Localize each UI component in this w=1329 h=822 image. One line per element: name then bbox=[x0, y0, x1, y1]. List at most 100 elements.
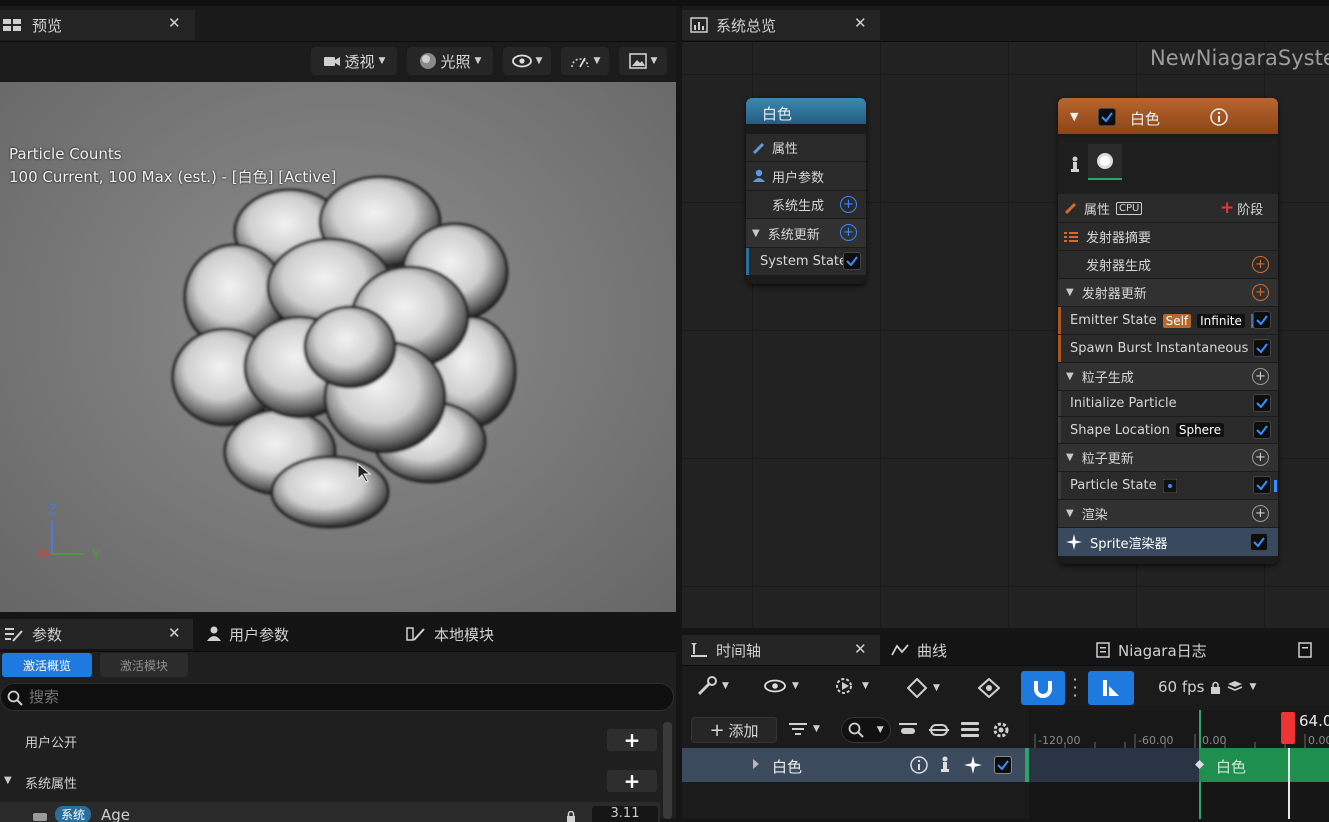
add-renderer-icon[interactable]: + bbox=[1252, 505, 1269, 522]
system-overview-graph[interactable]: NewNiagaraSyste 白色 属性 用户参数 系统生成 + ▼ 系统更新… bbox=[682, 42, 1329, 628]
emitter-state-row[interactable]: Emitter State Self Infinite bbox=[1058, 307, 1278, 334]
track-lane[interactable]: 白色 bbox=[1029, 748, 1329, 782]
tab-timeline[interactable]: 时间轴 bbox=[682, 635, 880, 665]
perspective-dropdown[interactable]: 透视 ▼ bbox=[311, 47, 397, 75]
params-scrollbar[interactable] bbox=[663, 722, 672, 819]
timeline-settings-button[interactable] bbox=[991, 720, 1011, 740]
add-track-button[interactable]: + 添加 bbox=[691, 717, 777, 743]
sprite-renderer-row[interactable]: Sprite渲染器 bbox=[1058, 528, 1278, 556]
info-icon[interactable] bbox=[910, 756, 928, 774]
particle-state-checkbox[interactable] bbox=[1253, 476, 1271, 494]
add-system-spawn-icon[interactable]: + bbox=[840, 196, 857, 213]
collapse-triangle-icon[interactable]: ▼ bbox=[1066, 452, 1074, 463]
tab-parameters[interactable]: 参数 bbox=[0, 619, 193, 649]
align-top-button[interactable] bbox=[899, 722, 917, 738]
collapse-triangle-icon[interactable]: ▼ bbox=[1066, 508, 1074, 519]
add-emitter-spawn-icon[interactable]: + bbox=[1252, 256, 1269, 273]
tab-local-modules[interactable]: 本地模块 bbox=[406, 619, 494, 649]
sprite-renderer-checkbox[interactable] bbox=[1250, 533, 1268, 551]
close-timeline-icon[interactable]: ✕ bbox=[854, 640, 867, 658]
emitter-node-header[interactable]: ▼ 白色 bbox=[1058, 98, 1278, 136]
snap-options-button[interactable]: · · · bbox=[1070, 672, 1080, 704]
system-update-row[interactable]: ▼ 系统更新 + bbox=[746, 219, 866, 247]
timeline-tools-button[interactable]: ▼ bbox=[696, 676, 729, 696]
add-stage-button[interactable]: + 阶段 bbox=[1220, 198, 1263, 218]
close-preview-icon[interactable]: ✕ bbox=[168, 14, 181, 32]
tab-curves[interactable]: 曲线 bbox=[891, 635, 947, 665]
collapse-triangle-icon[interactable]: ▼ bbox=[1066, 287, 1074, 298]
emitter-enable-checkbox[interactable] bbox=[1098, 108, 1116, 126]
track-row[interactable]: 白色 bbox=[682, 748, 1025, 782]
tab-user-params[interactable]: 用户参数 bbox=[207, 619, 289, 649]
tab-system-overview[interactable]: 系统总览 bbox=[682, 10, 880, 40]
shape-location-row[interactable]: Shape Location Sphere bbox=[1058, 417, 1278, 443]
user-exposed-row[interactable]: 用户公开 + bbox=[0, 724, 660, 756]
particle-update-row[interactable]: ▼ 粒子更新 + bbox=[1058, 444, 1278, 471]
add-user-exposed-button[interactable]: + bbox=[607, 729, 657, 751]
info-icon[interactable] bbox=[1210, 108, 1228, 126]
lighting-dropdown[interactable]: 光照 ▼ bbox=[407, 47, 493, 75]
add-particle-spawn-icon[interactable]: + bbox=[1252, 368, 1269, 385]
system-node-header[interactable]: 白色 bbox=[746, 98, 866, 126]
key-add-button[interactable] bbox=[978, 678, 1000, 698]
snap-toggle[interactable] bbox=[1021, 671, 1065, 705]
collapse-triangle-icon[interactable]: ▼ bbox=[752, 228, 760, 239]
system-properties-row[interactable]: 属性 bbox=[746, 134, 866, 161]
age-param-value[interactable]: 3.11 bbox=[592, 806, 658, 822]
search-input[interactable] bbox=[29, 687, 629, 707]
emitter-node[interactable]: ▼ 白色 属性 CPU + 阶段 发射器摘要 发射器生成 + ▼ 发射器更新 +… bbox=[1058, 98, 1278, 564]
close-params-icon[interactable]: ✕ bbox=[168, 624, 181, 642]
track-search-button[interactable]: ▼ bbox=[841, 717, 891, 743]
system-state-checkbox[interactable] bbox=[843, 252, 861, 270]
emitter-thumbnail[interactable] bbox=[1088, 144, 1122, 180]
align-center-button[interactable] bbox=[929, 722, 949, 738]
spawn-burst-row[interactable]: Spawn Burst Instantaneous bbox=[1058, 335, 1278, 362]
performance-dropdown[interactable]: ▼ bbox=[561, 47, 609, 75]
search-box[interactable] bbox=[0, 683, 674, 711]
screenshot-dropdown[interactable]: ▼ bbox=[619, 47, 667, 75]
system-state-row[interactable]: System State bbox=[746, 248, 866, 275]
system-spawn-row[interactable]: 系统生成 + bbox=[746, 191, 866, 218]
add-system-attribute-button[interactable]: + bbox=[607, 770, 657, 792]
timeline-view-button[interactable]: ▼ bbox=[764, 679, 799, 693]
emitter-summary-row[interactable]: 发射器摘要 bbox=[1058, 223, 1278, 250]
add-emitter-update-icon[interactable]: + bbox=[1252, 284, 1269, 301]
system-attributes-row[interactable]: ▼ 系统属性 + bbox=[0, 765, 660, 797]
close-overview-icon[interactable]: ✕ bbox=[854, 14, 867, 32]
add-system-update-icon[interactable]: + bbox=[840, 224, 857, 241]
playhead-snap-toggle[interactable] bbox=[1088, 671, 1134, 705]
preview-viewport[interactable]: Particle Counts 100 Current, 100 Max (es… bbox=[0, 82, 676, 612]
spawn-burst-checkbox[interactable] bbox=[1253, 339, 1271, 357]
emitter-update-row[interactable]: ▼ 发射器更新 + bbox=[1058, 279, 1278, 306]
time-ruler[interactable]: -120.00 -60.00 0.00 0.00 64.0 bbox=[1029, 710, 1329, 748]
emitter-state-checkbox[interactable] bbox=[1253, 311, 1271, 329]
tab-extra[interactable] bbox=[1296, 635, 1316, 665]
filter-dropdown[interactable]: ▼ bbox=[789, 722, 820, 736]
fps-dropdown[interactable]: 60 fps ▼ bbox=[1158, 678, 1256, 696]
tab-preview[interactable]: 预览 bbox=[0, 10, 195, 40]
playhead-handle[interactable] bbox=[1281, 712, 1295, 744]
emitter-spawn-row[interactable]: 发射器生成 + bbox=[1058, 251, 1278, 278]
age-param-row[interactable]: 系统 Age 3.11 bbox=[0, 802, 660, 822]
particle-spawn-row[interactable]: ▼ 粒子生成 + bbox=[1058, 363, 1278, 390]
collapse-triangle-icon[interactable]: ▼ bbox=[4, 775, 12, 786]
add-particle-update-icon[interactable]: + bbox=[1252, 449, 1269, 466]
tab-niagara-log[interactable]: Niagara日志 bbox=[1096, 635, 1207, 665]
track-enable-checkbox[interactable] bbox=[994, 756, 1012, 774]
collapse-triangle-icon[interactable]: ▼ bbox=[1070, 110, 1078, 123]
timeline-playback-button[interactable]: ▼ bbox=[834, 676, 869, 696]
render-row[interactable]: ▼ 渲染 + bbox=[1058, 500, 1278, 527]
system-node[interactable]: 白色 属性 用户参数 系统生成 + ▼ 系统更新 + System State bbox=[746, 98, 866, 284]
system-user-params-row[interactable]: 用户参数 bbox=[746, 162, 866, 190]
particle-state-row[interactable]: Particle State bbox=[1058, 472, 1278, 499]
initialize-particle-row[interactable]: Initialize Particle bbox=[1058, 391, 1278, 416]
shape-location-checkbox[interactable] bbox=[1253, 421, 1271, 439]
align-stack-button[interactable] bbox=[961, 721, 979, 739]
subtab-active-overview[interactable]: 激活概览 bbox=[2, 653, 92, 677]
initialize-particle-checkbox[interactable] bbox=[1253, 394, 1271, 412]
subtab-active-modules[interactable]: 激活模块 bbox=[100, 653, 188, 677]
expand-triangle-icon[interactable] bbox=[752, 758, 760, 770]
emitter-properties-row[interactable]: 属性 CPU + 阶段 bbox=[1058, 194, 1278, 222]
collapse-triangle-icon[interactable]: ▼ bbox=[1066, 371, 1074, 382]
emitter-section-bar[interactable]: 白色 bbox=[1195, 748, 1329, 782]
